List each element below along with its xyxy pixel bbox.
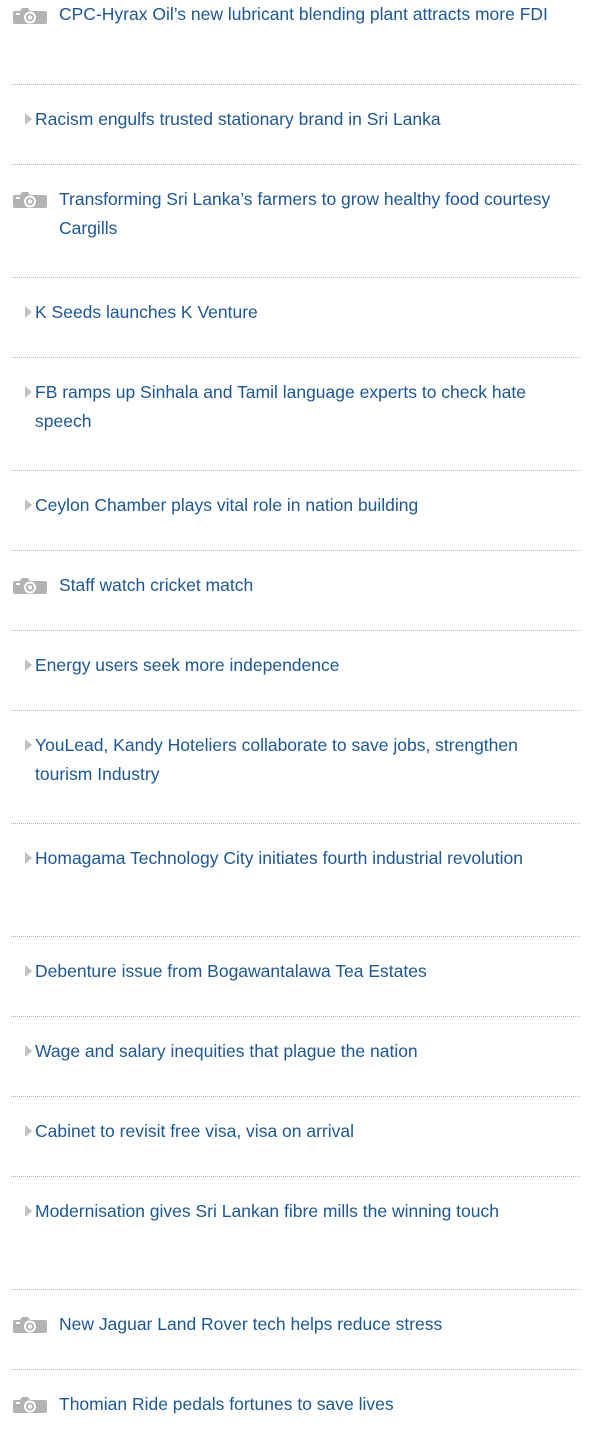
arrow-icon	[25, 965, 32, 977]
article-link[interactable]: Energy users seek more independence	[35, 651, 580, 680]
article-link[interactable]: New Jaguar Land Rover tech helps reduce …	[59, 1310, 580, 1339]
news-list: CPC-Hyrax Oil’s new lubricant blending p…	[0, 0, 580, 1450]
camera-icon	[11, 6, 49, 25]
list-item: Transforming Sri Lanka’s farmers to grow…	[11, 165, 580, 278]
arrow-icon	[25, 659, 32, 671]
article-link[interactable]: Thomian Ride pedals fortunes to save liv…	[59, 1390, 580, 1419]
camera-icon	[11, 190, 49, 209]
list-item: Ceylon Chamber plays vital role in natio…	[11, 471, 580, 551]
article-link[interactable]: FB ramps up Sinhala and Tamil language e…	[35, 378, 580, 436]
article-link[interactable]: Homagama Technology City initiates fourt…	[35, 844, 580, 873]
camera-icon	[11, 1315, 49, 1334]
list-item: Thomian Ride pedals fortunes to save liv…	[11, 1370, 580, 1450]
article-link[interactable]: Cabinet to revisit free visa, visa on ar…	[35, 1117, 580, 1146]
list-item: Energy users seek more independence	[11, 631, 580, 711]
list-item: CPC-Hyrax Oil’s new lubricant blending p…	[11, 0, 580, 85]
list-item: Racism engulfs trusted stationary brand …	[11, 85, 580, 165]
arrow-icon	[25, 739, 32, 751]
article-link[interactable]: Transforming Sri Lanka’s farmers to grow…	[59, 185, 580, 243]
list-item: FB ramps up Sinhala and Tamil language e…	[11, 358, 580, 471]
list-item: New Jaguar Land Rover tech helps reduce …	[11, 1290, 580, 1370]
arrow-icon	[25, 1205, 32, 1217]
list-item: Cabinet to revisit free visa, visa on ar…	[11, 1097, 580, 1177]
list-item: Homagama Technology City initiates fourt…	[11, 824, 580, 937]
article-link[interactable]: Debenture issue from Bogawantalawa Tea E…	[35, 957, 580, 986]
article-link[interactable]: Staff watch cricket match	[59, 571, 580, 600]
list-item: Debenture issue from Bogawantalawa Tea E…	[11, 937, 580, 1017]
arrow-icon	[25, 1125, 32, 1137]
article-link[interactable]: Wage and salary inequities that plague t…	[35, 1037, 580, 1066]
arrow-icon	[25, 113, 32, 125]
article-link[interactable]: Modernisation gives Sri Lankan fibre mil…	[35, 1197, 580, 1226]
arrow-icon	[25, 306, 32, 318]
article-link[interactable]: K Seeds launches K Venture	[35, 298, 580, 327]
article-link[interactable]: Ceylon Chamber plays vital role in natio…	[35, 491, 580, 520]
article-link[interactable]: Racism engulfs trusted stationary brand …	[35, 105, 580, 134]
camera-icon	[11, 576, 49, 595]
arrow-icon	[25, 1045, 32, 1057]
list-item: K Seeds launches K Venture	[11, 278, 580, 358]
list-item: Wage and salary inequities that plague t…	[11, 1017, 580, 1097]
camera-icon	[11, 1395, 49, 1414]
arrow-icon	[25, 852, 32, 864]
article-link[interactable]: CPC-Hyrax Oil’s new lubricant blending p…	[59, 0, 580, 29]
arrow-icon	[25, 499, 32, 511]
article-link[interactable]: YouLead, Kandy Hoteliers collaborate to …	[35, 731, 580, 789]
list-item: YouLead, Kandy Hoteliers collaborate to …	[11, 711, 580, 824]
list-item: Staff watch cricket match	[11, 551, 580, 631]
arrow-icon	[25, 386, 32, 398]
